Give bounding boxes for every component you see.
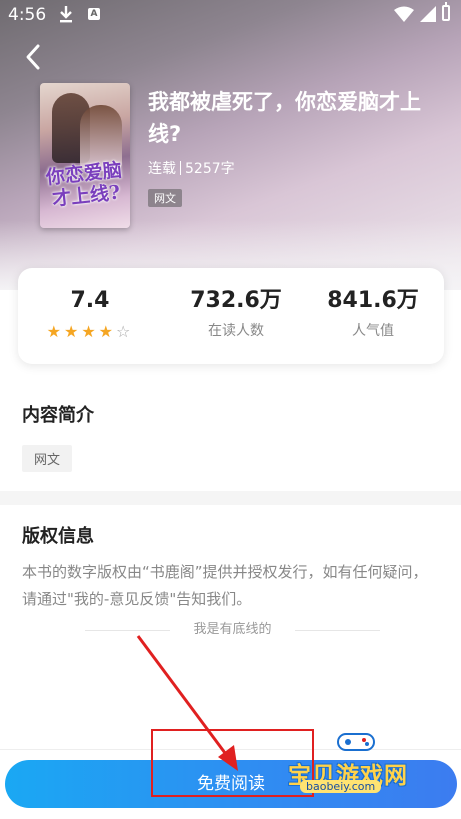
star-icon: ★ [63,322,82,341]
stats-card: 7.4 ★★★★☆ 732.6万 在读人数 841.6万 人气值 [18,268,444,364]
section-divider [0,491,461,505]
download-icon [60,6,72,23]
copyright-section-title: 版权信息 [22,526,94,547]
status-time: 4:56 [8,5,47,25]
book-status: 连载 [148,161,176,177]
readers-label: 在读人数 [208,323,264,339]
wifi-icon [394,6,414,22]
rating-value: 7.4 [70,288,110,313]
a-badge-icon: A [88,8,100,20]
star-empty-icon: ☆ [116,322,134,341]
watermark-url: baobeiy.com [300,780,382,793]
stat-popularity: 841.6万 人气值 [318,286,428,340]
battery-icon [442,2,450,21]
status-bar: 4:56 A [0,0,461,32]
intro-genre-tag[interactable]: 网文 [22,445,73,472]
signal-icon [420,6,436,22]
popularity-value: 841.6万 [327,288,419,313]
rating-stars: ★★★★☆ [40,322,140,341]
stat-rating: 7.4 ★★★★☆ [40,286,140,341]
star-icon: ★ [46,322,64,341]
readers-value: 732.6万 [190,288,282,313]
end-of-content-indicator: 我是有底线的 [85,620,380,640]
intro-section-title: 内容简介 [22,405,94,426]
book-word-count: 5257字 [185,161,235,177]
popularity-label: 人气值 [352,323,394,339]
cover-title-art: 你恋爱脑才上线? [44,159,123,211]
book-title: 我都被虐死了，你恋爱脑才上线? [148,90,421,146]
watermark-logo: 宝贝游戏网 baobeiy.com [288,728,438,798]
gamepad-icon [337,733,375,751]
book-cover[interactable]: 你恋爱脑才上线? [40,83,130,228]
star-icon: ★ [98,322,117,341]
back-icon[interactable] [18,40,48,74]
meta-divider [180,161,181,175]
book-genre-tag: 网文 [148,189,182,207]
stat-readers: 732.6万 在读人数 [181,286,291,340]
star-icon: ★ [81,322,99,341]
copyright-text: 本书的数字版权由“书鹿阁”提供并授权发行，如有任何疑问，请通过"我的-意见反馈"… [22,563,428,608]
book-meta: 连载 5257字 [148,158,235,178]
nav-bar-area [0,808,461,819]
